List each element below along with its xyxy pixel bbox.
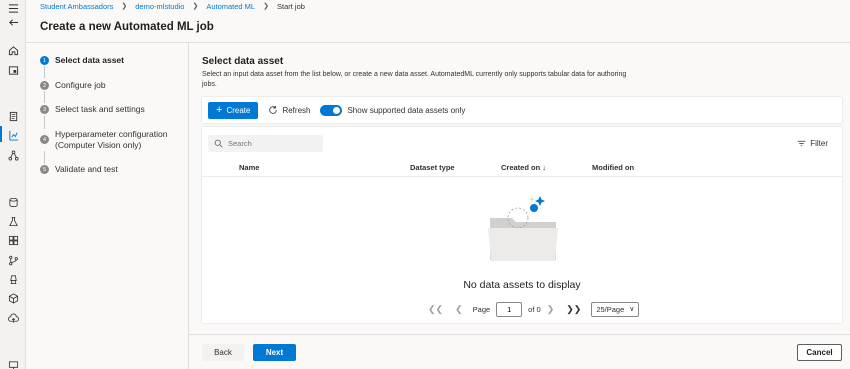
chevron-right-icon: ❯ bbox=[192, 3, 199, 10]
step-connector bbox=[44, 91, 45, 103]
step-number: 2 bbox=[40, 81, 49, 90]
environments-icon[interactable] bbox=[6, 272, 20, 286]
step-number: 1 bbox=[40, 56, 49, 65]
page-label: Page bbox=[472, 304, 491, 314]
last-page-icon[interactable]: ❯❯ bbox=[566, 304, 581, 315]
step-hyperparameter-configuration[interactable]: 4 Hyperparameter configuration (Computer… bbox=[40, 129, 180, 151]
chevron-down-icon: ∨ bbox=[629, 306, 635, 313]
next-page-icon[interactable]: ❯ bbox=[547, 304, 555, 315]
plus-icon: + bbox=[216, 104, 223, 116]
step-label: Select data asset bbox=[55, 55, 124, 65]
back-button[interactable]: Back bbox=[202, 344, 244, 361]
left-nav-rail bbox=[0, 0, 26, 369]
components-icon[interactable] bbox=[6, 233, 20, 247]
page-number-input[interactable] bbox=[496, 301, 523, 317]
chevron-right-icon: ❯ bbox=[121, 3, 128, 10]
cancel-button[interactable]: Cancel bbox=[797, 344, 842, 361]
section-description: Select an input data asset from the list… bbox=[202, 71, 627, 88]
endpoints-icon[interactable] bbox=[6, 311, 20, 325]
rail-active-indicator bbox=[0, 126, 2, 142]
search-input[interactable] bbox=[228, 139, 318, 148]
column-header-modified-on[interactable]: Modified on bbox=[592, 163, 634, 172]
step-number: 4 bbox=[40, 135, 49, 144]
create-button-label: Create bbox=[226, 105, 251, 115]
search-icon bbox=[214, 139, 223, 148]
back-arrow-icon[interactable] bbox=[6, 15, 20, 29]
next-button[interactable]: Next bbox=[253, 344, 296, 361]
step-label: Validate and test bbox=[55, 164, 118, 174]
empty-state-message: No data assets to display bbox=[463, 279, 581, 291]
step-validate-and-test[interactable]: 5 Validate and test bbox=[40, 164, 118, 175]
filter-icon bbox=[797, 140, 806, 147]
create-button[interactable]: + Create bbox=[208, 101, 259, 119]
step-number: 5 bbox=[40, 165, 49, 174]
page-count: of 0 bbox=[528, 304, 541, 314]
chevron-right-icon: ❯ bbox=[263, 3, 269, 10]
breadcrumb-link[interactable]: Student Ambassadors bbox=[40, 2, 113, 11]
data-icon[interactable] bbox=[6, 195, 20, 209]
pipelines-icon[interactable] bbox=[6, 253, 20, 267]
step-label: Hyperparameter configuration (Computer V… bbox=[55, 129, 168, 150]
filter-label: Filter bbox=[810, 139, 828, 148]
step-number: 3 bbox=[40, 105, 49, 114]
pagination: ❮❮ ❮ Page of 0 ❯ ❯❯ 25/Page ∨ bbox=[422, 301, 640, 317]
empty-folder-illustration bbox=[488, 196, 558, 261]
first-page-icon[interactable]: ❮❮ bbox=[428, 304, 443, 315]
jobs-icon[interactable] bbox=[6, 214, 20, 228]
page-size-value: 25/Page bbox=[596, 304, 625, 314]
step-connector bbox=[44, 66, 45, 78]
supported-assets-toggle[interactable] bbox=[320, 104, 343, 116]
home-icon[interactable] bbox=[6, 43, 20, 57]
breadcrumb-link[interactable]: Automated ML bbox=[206, 2, 255, 11]
automl-icon[interactable] bbox=[6, 128, 20, 142]
breadcrumb-link[interactable]: demo-mlstudio bbox=[135, 2, 184, 11]
footer-divider bbox=[189, 334, 850, 335]
refresh-icon bbox=[269, 105, 278, 114]
hamburger-icon[interactable] bbox=[6, 1, 20, 15]
search-box bbox=[208, 135, 323, 152]
page-size-select[interactable]: 25/Page ∨ bbox=[591, 301, 640, 317]
column-header-created-on[interactable]: Created on ↓ bbox=[501, 163, 546, 172]
previous-page-icon[interactable]: ❮ bbox=[455, 304, 463, 315]
step-connector bbox=[44, 116, 45, 129]
step-select-data-asset[interactable]: 1 Select data asset bbox=[40, 55, 124, 66]
column-header-dataset-type[interactable]: Dataset type bbox=[410, 163, 455, 172]
breadcrumb: Student Ambassadors ❯ demo-mlstudio ❯ Au… bbox=[40, 0, 305, 12]
column-header-name[interactable]: Name bbox=[239, 163, 259, 172]
step-select-task[interactable]: 3 Select task and settings bbox=[40, 104, 145, 115]
section-title: Select data asset bbox=[202, 56, 284, 67]
model-catalog-icon[interactable] bbox=[6, 63, 20, 77]
toggle-label: Show supported data assets only bbox=[347, 105, 466, 115]
wizard-steps: 1 Select data asset 2 Configure job 3 Se… bbox=[26, 43, 189, 369]
step-label: Select task and settings bbox=[55, 104, 145, 114]
data-asset-toolbar: + Create Refresh Show supported data ass… bbox=[202, 97, 842, 123]
notebook-icon[interactable] bbox=[6, 109, 20, 123]
models-icon[interactable] bbox=[6, 291, 20, 305]
table-header: Name Dataset type Created on ↓ Modified … bbox=[202, 157, 842, 177]
step-configure-job[interactable]: 2 Configure job bbox=[40, 80, 106, 91]
breadcrumb-current: Start job bbox=[276, 1, 305, 11]
step-label: Configure job bbox=[55, 80, 106, 90]
compute-icon[interactable] bbox=[6, 358, 20, 369]
data-asset-list-panel: Filter Name Dataset type Created on ↓ Mo… bbox=[202, 127, 842, 323]
page-title: Create a new Automated ML job bbox=[40, 21, 214, 33]
designer-icon[interactable] bbox=[6, 148, 20, 162]
refresh-button[interactable]: Refresh bbox=[268, 105, 310, 115]
refresh-button-label: Refresh bbox=[282, 105, 311, 115]
step-connector bbox=[44, 151, 45, 164]
filter-button[interactable]: Filter bbox=[797, 139, 828, 148]
